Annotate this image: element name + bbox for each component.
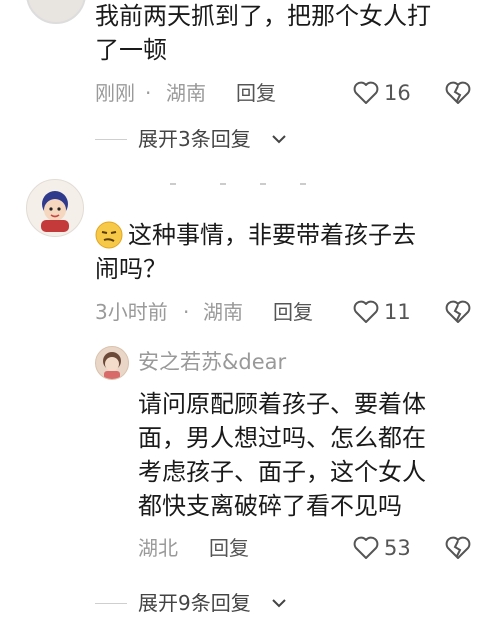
comment-1-reply-button[interactable]: 回复 [236,80,276,106]
comment-2-separator: · [183,300,190,324]
sub-reply-location: 湖北 [138,536,178,560]
comment-2-time: 3小时前 [95,300,168,324]
comment-1-like-count: 16 [384,81,411,105]
comment-1-text-line1: 我前两天抓到了，把那个女人打 [95,2,431,30]
comment-1-separator: · [145,81,152,105]
sub-reply-line-2: 面，男人想过吗、怎么都在 [138,424,426,452]
avatar-commenter-2[interactable] [26,179,84,237]
comment-2-expand-replies[interactable]: 展开9条回复 [138,590,298,618]
avatar-cartoon-icon [41,191,69,232]
heart-outline-icon [352,80,380,110]
comment-1-like-button[interactable]: 16 [352,79,432,107]
sub-reply-like-button[interactable]: 53 [352,534,432,562]
expand-divider-2 [95,603,127,604]
heart-outline-icon [352,535,380,565]
comment-1-location: 湖南 [166,81,206,105]
comment-2-reply-button[interactable]: 回复 [273,299,313,325]
chevron-down-icon [269,128,289,154]
chevron-down-icon [269,592,289,618]
comment-1-dislike-button broken-heart-icon[interactable] [444,80,472,110]
sub-reply-dislike-button broken-heart-icon[interactable] [444,535,472,565]
heart-outline-icon [352,299,380,329]
comment-1-time: 刚刚 [95,81,135,105]
sub-reply-line-1: 请问原配顾着孩子、要着体 [138,390,426,418]
smirk-emoji-icon [94,220,124,254]
sub-reply-reply-button[interactable]: 回复 [209,535,249,561]
comment-2-text-line2: 闹吗？ [95,255,167,283]
comment-2-like-count: 11 [384,300,411,324]
sub-reply-username[interactable]: 安之若苏&dear [138,349,286,375]
comment-2-text-line1: 这种事情，非要带着孩子去 [128,221,416,249]
comment-2-dislike-button broken-heart-icon[interactable] [444,299,472,329]
expand-label: 展开9条回复 [138,591,251,615]
sub-reply-like-count: 53 [384,536,411,560]
sub-reply-line-3: 考虑孩子、面子，这个女人 [138,458,426,486]
comment-2-location: 湖南 [203,300,243,324]
comment-2-like-button[interactable]: 11 [352,298,432,326]
avatar-girl-icon [103,352,121,379]
avatar-sub-replier[interactable] [95,346,129,380]
expand-divider-1 [95,139,127,140]
sub-reply-line-4: 都快支离破碎了看不见吗 [138,492,402,520]
comment-1-text-line2: 了一顿 [95,36,167,64]
thread-separator [170,183,320,187]
expand-label: 展开3条回复 [138,127,251,151]
comment-1-expand-replies[interactable]: 展开3条回复 [138,126,298,154]
avatar-commenter-1[interactable] [26,0,86,24]
